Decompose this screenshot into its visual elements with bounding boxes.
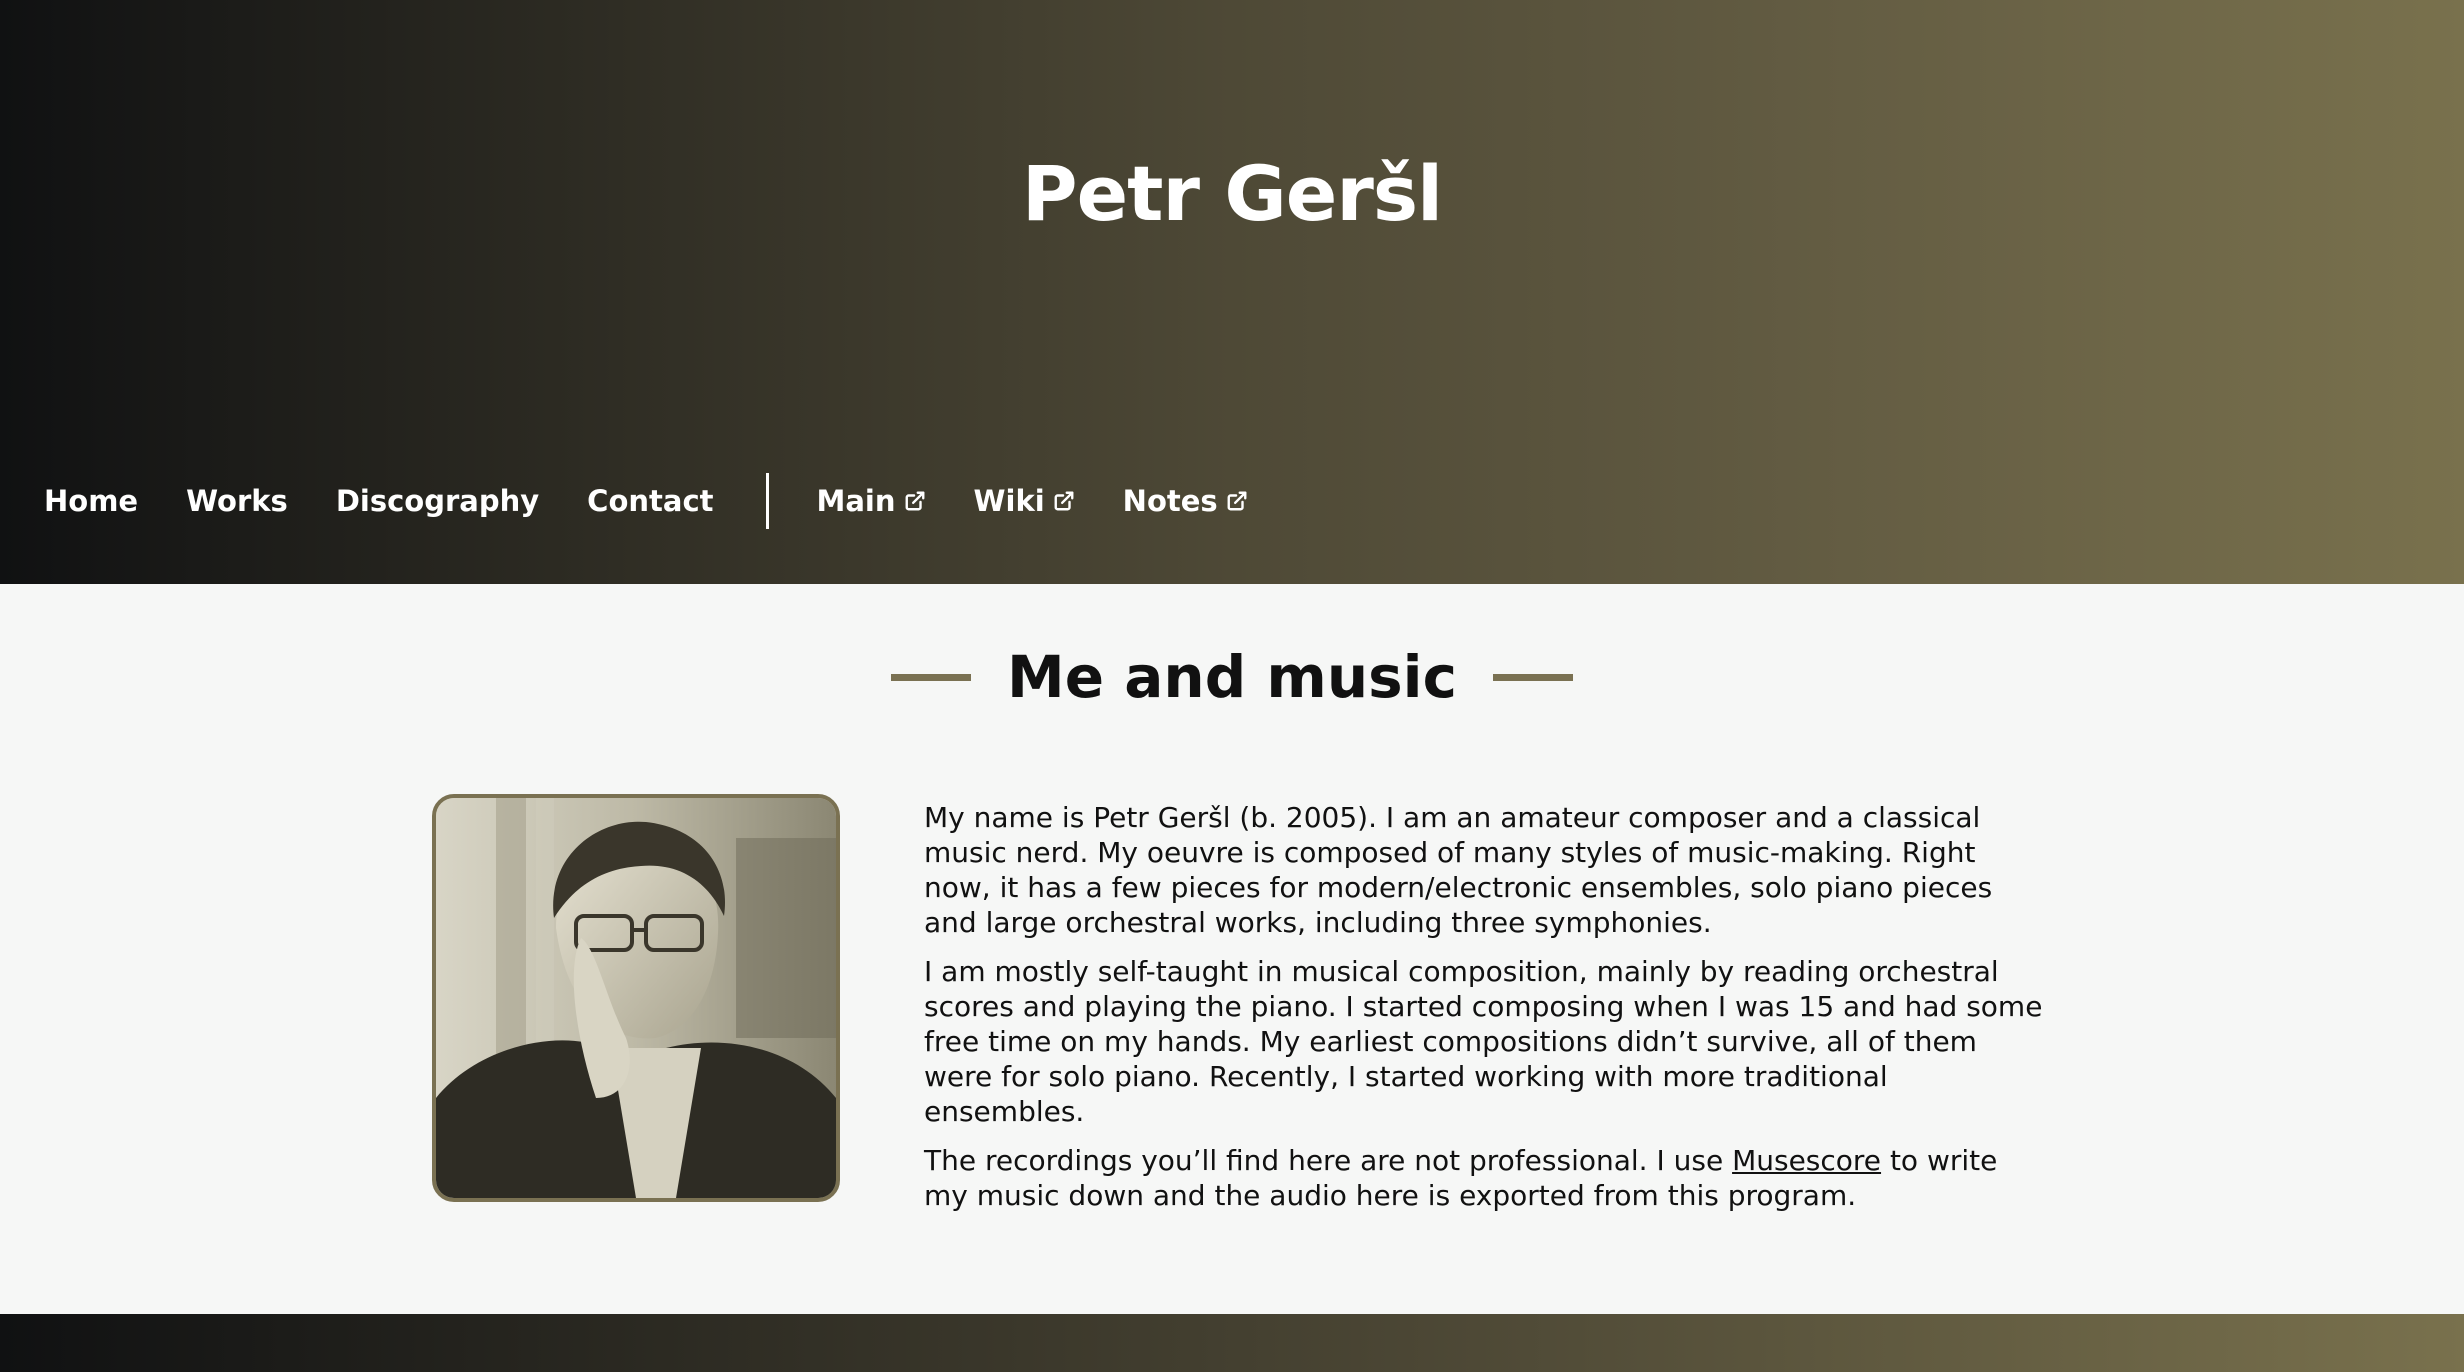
title-dash-right (1492, 673, 1573, 681)
bio-paragraph-3-start: The recordings you’ll find here are not … (924, 1144, 1733, 1177)
portrait-photo (432, 794, 840, 1202)
bio-text: My name is Petr Geršl (b. 2005). I am an… (924, 800, 2044, 1227)
nav-discography[interactable]: Discography (336, 470, 539, 532)
external-link-icon (1053, 490, 1075, 512)
musescore-link[interactable]: Musescore (1732, 1144, 1881, 1177)
site-title: Petr Geršl (1021, 149, 1443, 238)
footer-bar (0, 1314, 2464, 1372)
nav-works[interactable]: Works (186, 470, 288, 532)
nav-notes-external[interactable]: Notes (1123, 470, 1248, 532)
nav-wiki-label: Wiki (973, 484, 1045, 518)
section-title: Me and music (1007, 643, 1457, 711)
main-nav: Home Works Discography Contact Main Wiki (44, 470, 1248, 532)
nav-divider (765, 473, 769, 529)
nav-main-label: Main (816, 484, 896, 518)
portrait-image (436, 798, 836, 1198)
external-link-icon (904, 490, 926, 512)
title-dash-left (891, 673, 972, 681)
nav-contact[interactable]: Contact (587, 470, 713, 532)
section-heading: Me and music (0, 632, 2464, 722)
nav-notes-label: Notes (1122, 484, 1218, 518)
bio-paragraph-3: The recordings you’ll find here are not … (924, 1143, 2044, 1213)
nav-main-external[interactable]: Main (817, 470, 926, 532)
nav-wiki-external[interactable]: Wiki (974, 470, 1075, 532)
site-header: Petr Geršl Home Works Discography Contac… (0, 0, 2464, 584)
bio-paragraph-1: My name is Petr Geršl (b. 2005). I am an… (924, 801, 1993, 939)
external-link-icon (1226, 490, 1248, 512)
bio-paragraph-2: I am mostly self-taught in musical compo… (924, 955, 2043, 1128)
nav-home[interactable]: Home (44, 470, 138, 532)
